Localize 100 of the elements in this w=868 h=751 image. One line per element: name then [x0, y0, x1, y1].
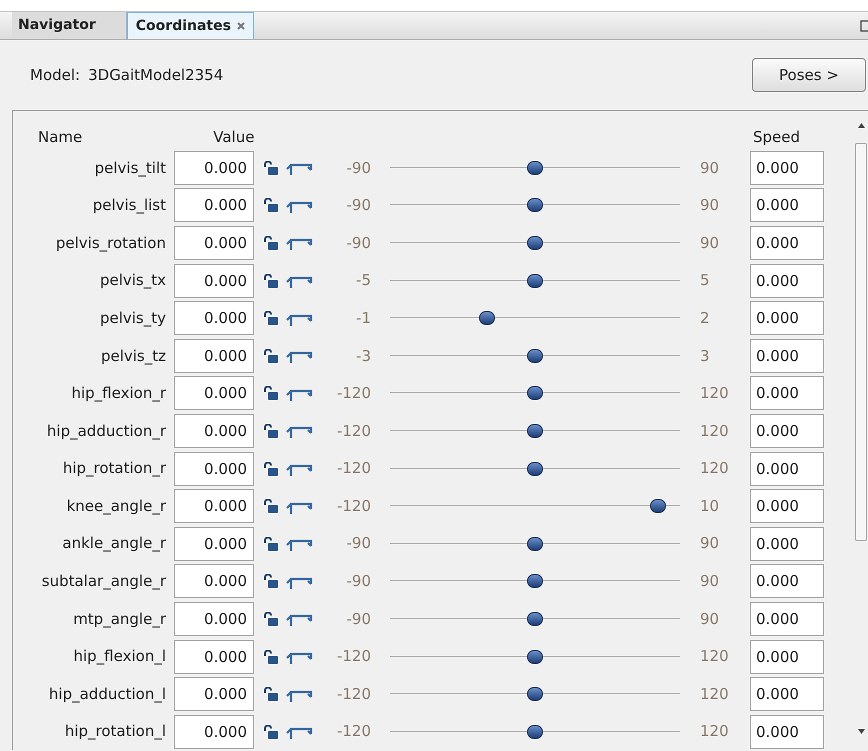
- coordinate-name: pelvis_tilt: [94, 158, 166, 179]
- lock-icon[interactable]: [262, 536, 279, 551]
- speed-field[interactable]: 0.000: [750, 376, 824, 410]
- slider-thumb[interactable]: [527, 424, 543, 438]
- speed-field[interactable]: 0.000: [750, 640, 824, 674]
- slider-thumb[interactable]: [527, 574, 543, 588]
- speed-field[interactable]: 0.000: [750, 564, 824, 598]
- max-label: 120: [700, 684, 730, 705]
- max-label: 5: [700, 270, 711, 292]
- min-label: -90: [346, 158, 371, 179]
- speed-field[interactable]: 0.000: [750, 452, 824, 486]
- lock-icon[interactable]: [262, 236, 279, 250]
- value-field[interactable]: 0.000: [174, 301, 254, 336]
- maximize-icon[interactable]: [860, 20, 868, 32]
- lock-icon[interactable]: [262, 274, 279, 288]
- min-label: -120: [336, 420, 371, 442]
- max-label: 2: [700, 308, 711, 329]
- speed-field[interactable]: 0.000: [750, 526, 824, 561]
- max-label: 90: [700, 195, 720, 216]
- value-field[interactable]: 0.000: [174, 677, 254, 712]
- value-field[interactable]: 0.000: [174, 414, 254, 448]
- coordinate-name: hip_flexion_l: [72, 646, 166, 668]
- min-label: -90: [346, 608, 371, 630]
- slider-thumb[interactable]: [527, 724, 543, 739]
- value-field[interactable]: 0.000: [174, 188, 254, 222]
- speed-field[interactable]: 0.000: [750, 301, 824, 336]
- value-field[interactable]: 0.000: [174, 226, 254, 260]
- coordinate-name: hip_flexion_r: [70, 383, 166, 404]
- slider-thumb[interactable]: [527, 650, 543, 664]
- max-label: 90: [700, 232, 720, 254]
- lock-icon[interactable]: [262, 386, 279, 400]
- value-field[interactable]: 0.000: [174, 489, 254, 524]
- value-field[interactable]: 0.000: [174, 602, 254, 636]
- max-label: 90: [700, 533, 720, 554]
- slider-thumb[interactable]: [650, 499, 666, 514]
- slider-thumb[interactable]: [527, 386, 543, 400]
- scroll-up-icon[interactable]: [858, 123, 865, 128]
- value-field[interactable]: 0.000: [174, 714, 254, 749]
- slider-thumb[interactable]: [527, 198, 543, 212]
- speed-field[interactable]: 0.000: [750, 188, 824, 222]
- value-field[interactable]: 0.000: [174, 264, 254, 298]
- lock-icon[interactable]: [262, 724, 279, 739]
- close-icon[interactable]: [236, 22, 245, 30]
- speed-field[interactable]: 0.000: [750, 150, 824, 185]
- speed-field[interactable]: 0.000: [750, 414, 824, 448]
- min-label: -90: [346, 195, 371, 216]
- lock-icon[interactable]: [262, 499, 279, 514]
- slider-thumb[interactable]: [527, 462, 543, 476]
- speed-field[interactable]: 0.000: [750, 677, 824, 712]
- speed-field[interactable]: 0.000: [750, 489, 824, 524]
- slider-thumb[interactable]: [527, 160, 543, 175]
- lock-icon[interactable]: [262, 612, 279, 626]
- speed-field[interactable]: 0.000: [750, 714, 824, 749]
- slider-thumb[interactable]: [527, 612, 543, 626]
- lock-icon[interactable]: [262, 687, 279, 702]
- min-label: -5: [355, 270, 371, 292]
- coordinate-name: pelvis_tx: [98, 270, 166, 292]
- lock-icon[interactable]: [262, 574, 279, 588]
- min-label: -90: [346, 232, 371, 254]
- max-label: 90: [700, 158, 720, 179]
- value-field[interactable]: 0.000: [174, 376, 254, 410]
- value-field[interactable]: 0.000: [174, 564, 254, 598]
- slider-thumb[interactable]: [478, 311, 495, 326]
- lock-icon[interactable]: [262, 160, 279, 175]
- scroll-down-icon[interactable]: [858, 729, 865, 734]
- lock-icon[interactable]: [262, 650, 279, 664]
- value-field[interactable]: 0.000: [174, 526, 254, 561]
- value-field[interactable]: 0.000: [174, 338, 254, 373]
- min-label: -90: [346, 533, 371, 554]
- scrollbar-thumb[interactable]: [855, 143, 867, 541]
- poses-button[interactable]: Poses >: [752, 58, 866, 92]
- max-label: 120: [700, 383, 730, 404]
- slider-thumb[interactable]: [527, 348, 543, 363]
- speed-field[interactable]: 0.000: [750, 602, 824, 636]
- value-field[interactable]: 0.000: [174, 452, 254, 486]
- column-header: Speed: [752, 126, 800, 148]
- min-label: -1: [355, 308, 371, 329]
- value-field[interactable]: 0.000: [174, 640, 254, 674]
- lock-icon[interactable]: [262, 348, 279, 363]
- lock-icon[interactable]: [262, 198, 279, 212]
- tab[interactable]: Navigator: [12, 12, 127, 39]
- tab[interactable]: Coordinates: [126, 12, 254, 39]
- slider-thumb[interactable]: [527, 274, 543, 288]
- column-header: Value: [213, 126, 254, 148]
- max-label: 90: [700, 571, 720, 592]
- value-field[interactable]: 0.000: [174, 150, 254, 185]
- model-name: 3DGaitModel2354: [88, 64, 224, 86]
- lock-icon[interactable]: [262, 462, 279, 476]
- speed-field[interactable]: 0.000: [750, 338, 824, 373]
- coordinate-name: pelvis_ty: [98, 308, 166, 329]
- slider-thumb[interactable]: [527, 236, 543, 250]
- lock-icon[interactable]: [262, 424, 279, 438]
- speed-field[interactable]: 0.000: [750, 226, 824, 260]
- slider-thumb[interactable]: [527, 687, 543, 702]
- speed-field[interactable]: 0.000: [750, 264, 824, 298]
- lock-icon[interactable]: [262, 311, 279, 326]
- coordinate-name: hip_rotation_l: [64, 721, 166, 742]
- max-label: 120: [700, 458, 730, 480]
- slider-thumb[interactable]: [527, 536, 543, 551]
- coordinate-name: ankle_angle_r: [61, 533, 166, 554]
